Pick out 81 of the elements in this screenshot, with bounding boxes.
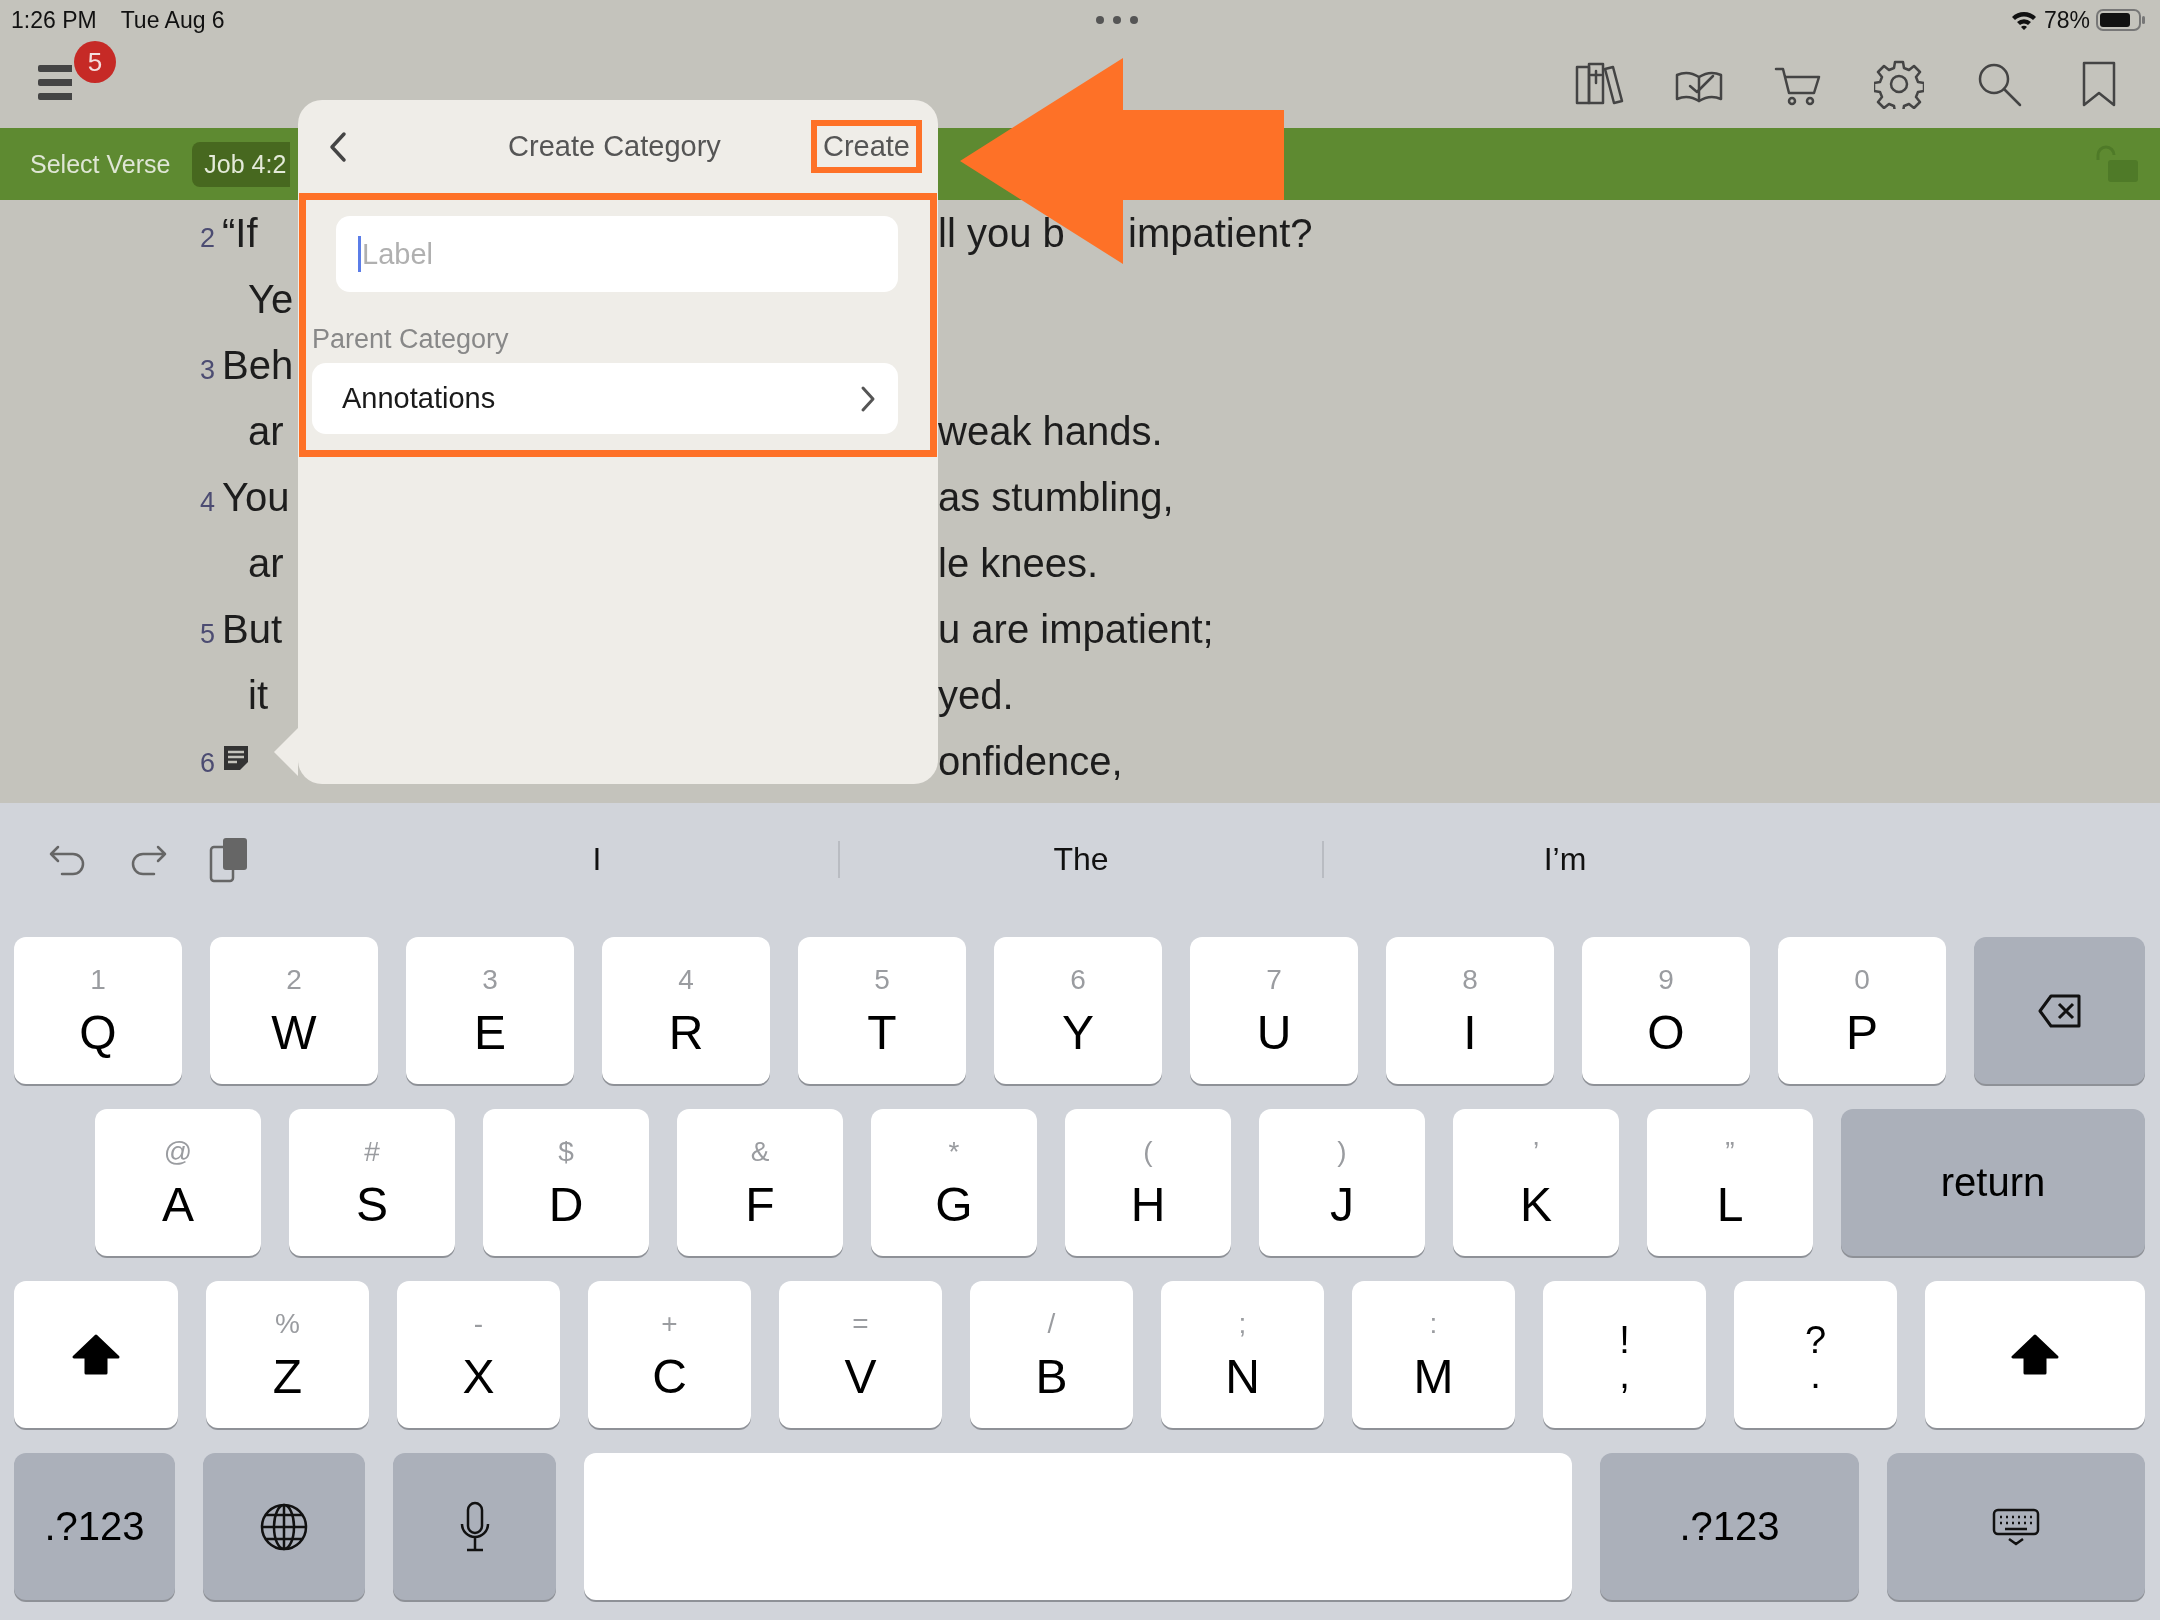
- create-button[interactable]: Create: [810, 120, 922, 173]
- section-label: Parent Category: [312, 324, 510, 355]
- verse-text: impatient?: [1128, 210, 1314, 256]
- verse-number: 6: [200, 747, 216, 779]
- verse-text: weak hands.: [938, 408, 1164, 454]
- note-icon[interactable]: [222, 743, 251, 772]
- verse-number: 5: [200, 618, 216, 650]
- letter-key[interactable]: 5 T: [798, 937, 966, 1084]
- globe-key[interactable]: [203, 1453, 365, 1600]
- verse-text: as stumbling,: [938, 474, 1175, 520]
- numbers-key[interactable]: .?123: [1600, 1453, 1859, 1600]
- keyboard-icon: [1991, 1506, 2041, 1547]
- text-cursor: [358, 236, 361, 272]
- letter-key[interactable]: 7 U: [1190, 937, 1358, 1084]
- parent-category-row[interactable]: Annotations: [312, 363, 898, 434]
- shift-key[interactable]: [1925, 1281, 2145, 1428]
- letter-key[interactable]: / B: [970, 1281, 1133, 1428]
- verse-text: ar: [248, 540, 284, 586]
- shift-arrow-icon: [71, 1332, 121, 1377]
- letter-key[interactable]: 4 R: [602, 937, 770, 1084]
- notification-badge: 5: [74, 41, 116, 83]
- letter-key[interactable]: + C: [588, 1281, 751, 1428]
- shift-arrow-icon: [2010, 1332, 2060, 1377]
- settings-icon[interactable]: [1874, 59, 1924, 109]
- letter-key[interactable]: # S: [289, 1109, 455, 1256]
- verse-text: yed.: [938, 672, 1015, 718]
- letter-key[interactable]: 3 E: [406, 937, 574, 1084]
- letter-key[interactable]: 6 Y: [994, 937, 1162, 1084]
- letter-key[interactable]: : M: [1352, 1281, 1515, 1428]
- letter-key[interactable]: 2 W: [210, 937, 378, 1084]
- letter-key[interactable]: $ D: [483, 1109, 649, 1256]
- books-icon[interactable]: [1574, 61, 1624, 107]
- letter-key[interactable]: ( H: [1065, 1109, 1231, 1256]
- delete-icon: [2036, 992, 2083, 1029]
- verse-text: “If: [222, 210, 258, 256]
- suggestion[interactable]: The: [838, 841, 1322, 878]
- chevron-right-icon: [860, 384, 876, 413]
- dialog-title: Create Category: [507, 130, 722, 163]
- letter-key[interactable]: - X: [397, 1281, 560, 1428]
- letter-key[interactable]: 9 O: [1582, 937, 1750, 1084]
- status-time: 1:26 PM: [11, 6, 97, 34]
- letter-key[interactable]: 1 Q: [14, 937, 182, 1084]
- numbers-key[interactable]: .?123: [14, 1453, 175, 1600]
- punctuation-key[interactable]: ! ,: [1543, 1281, 1706, 1428]
- verse-number: 3: [200, 354, 216, 386]
- verse-text: You: [222, 474, 290, 520]
- verse-text: onfidence,: [938, 738, 1124, 784]
- letter-key[interactable]: % Z: [206, 1281, 369, 1428]
- verse-text: Ye: [248, 276, 294, 322]
- verse-number: 4: [200, 486, 216, 518]
- suggestion[interactable]: I’m: [1322, 841, 1806, 878]
- letter-key[interactable]: ; N: [1161, 1281, 1324, 1428]
- letter-key[interactable]: @ A: [95, 1109, 261, 1256]
- letter-key[interactable]: ” L: [1647, 1109, 1813, 1256]
- letter-key[interactable]: * G: [871, 1109, 1037, 1256]
- verse-number: 2: [200, 222, 216, 254]
- back-chevron-icon[interactable]: [328, 130, 348, 163]
- status-date: Tue Aug 6: [120, 6, 225, 34]
- letter-key[interactable]: 8 I: [1386, 937, 1554, 1084]
- verse-text: u are impatient;: [938, 606, 1215, 652]
- verse-text: it: [248, 672, 268, 718]
- letter-key[interactable]: & F: [677, 1109, 843, 1256]
- battery-percent: 78%: [2043, 6, 2090, 34]
- label-field[interactable]: Label: [336, 216, 898, 292]
- verse-text: ll you b: [938, 210, 1066, 256]
- verse-text: ar: [248, 408, 284, 454]
- verse-text: But: [222, 606, 283, 652]
- return-key[interactable]: return: [1841, 1109, 2145, 1256]
- verse-text: le knees.: [938, 540, 1100, 586]
- suggestion[interactable]: I: [354, 841, 838, 878]
- more-dots-icon: [1095, 15, 1140, 25]
- battery-icon: [2096, 8, 2146, 32]
- delete-key[interactable]: [1974, 937, 2145, 1084]
- punctuation-key[interactable]: ? .: [1734, 1281, 1897, 1428]
- letter-key[interactable]: = V: [779, 1281, 942, 1428]
- letter-key[interactable]: 0 P: [1778, 937, 1946, 1084]
- shift-key[interactable]: [14, 1281, 178, 1428]
- reference-selector[interactable]: Job 4:2: [192, 141, 291, 187]
- letter-key[interactable]: ’ K: [1453, 1109, 1619, 1256]
- verse-text: Beh: [222, 342, 294, 388]
- letter-key[interactable]: ) J: [1259, 1109, 1425, 1256]
